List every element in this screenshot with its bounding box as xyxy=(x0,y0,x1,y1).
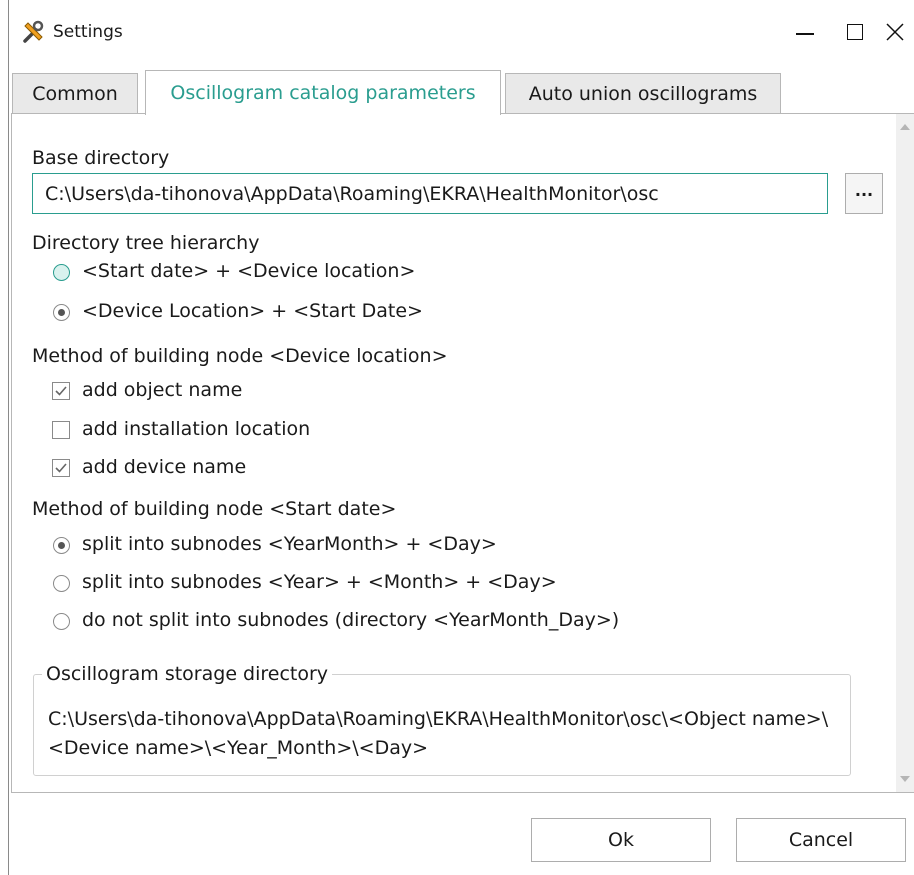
browse-label: ... xyxy=(854,181,874,200)
checkmark-icon xyxy=(55,463,67,473)
radio-label[interactable]: split into subnodes <Year> + <Month> + <… xyxy=(82,571,557,593)
tools-icon xyxy=(22,20,46,44)
checkbox-label[interactable]: add object name xyxy=(82,379,242,401)
tab-oscillogram-catalog-parameters[interactable]: Oscillogram catalog parameters xyxy=(145,70,501,115)
checkbox-label[interactable]: add installation location xyxy=(82,418,310,440)
radio-button[interactable] xyxy=(53,264,70,281)
radio-button[interactable] xyxy=(53,575,70,592)
cancel-button[interactable]: Cancel xyxy=(736,818,906,862)
close-icon xyxy=(886,23,904,41)
scroll-down-icon[interactable] xyxy=(900,776,910,782)
maximize-icon xyxy=(847,24,863,40)
scroll-up-icon[interactable] xyxy=(900,124,910,130)
checkbox[interactable] xyxy=(52,382,70,400)
tab-label: Oscillogram catalog parameters xyxy=(170,82,476,104)
base-directory-input[interactable]: C:\Users\da-tihonova\AppData\Roaming\EKR… xyxy=(32,173,828,214)
checkmark-icon xyxy=(55,386,67,396)
radio-label[interactable]: <Start date> + <Device location> xyxy=(82,260,415,282)
radio-button[interactable] xyxy=(53,304,70,321)
minimize-button[interactable] xyxy=(785,14,825,50)
hierarchy-label: Directory tree hierarchy xyxy=(32,232,260,254)
base-directory-value: C:\Users\da-tihonova\AppData\Roaming\EKR… xyxy=(45,182,659,205)
storage-directory-group: Oscillogram storage directory C:\Users\d… xyxy=(33,663,851,776)
window-title: Settings xyxy=(53,22,123,42)
radio-button[interactable] xyxy=(53,613,70,630)
radio-label[interactable]: do not split into subnodes (directory <Y… xyxy=(82,609,619,631)
cancel-label: Cancel xyxy=(788,829,854,851)
checkbox-label[interactable]: add device name xyxy=(82,456,246,478)
checkbox[interactable] xyxy=(52,421,70,439)
settings-window: Settings Common Oscillogram catalog para… xyxy=(8,0,914,875)
date-method-label: Method of building node <Start date> xyxy=(32,498,397,520)
radio-label[interactable]: split into subnodes <YearMonth> + <Day> xyxy=(82,533,497,555)
tab-common[interactable]: Common xyxy=(12,73,138,113)
tab-bar: Common Oscillogram catalog parameters Au… xyxy=(9,70,914,115)
location-method-label: Method of building node <Device location… xyxy=(32,345,448,367)
tab-label: Common xyxy=(32,82,118,105)
tab-auto-union-oscillograms[interactable]: Auto union oscillograms xyxy=(505,73,781,113)
storage-directory-title: Oscillogram storage directory xyxy=(42,663,333,685)
maximize-button[interactable] xyxy=(835,14,875,50)
tab-label: Auto union oscillograms xyxy=(528,82,758,105)
ok-button[interactable]: Ok xyxy=(531,818,711,862)
storage-directory-path: C:\Users\da-tihonova\AppData\Roaming\EKR… xyxy=(48,708,829,759)
title-bar: Settings xyxy=(9,0,914,64)
minimize-icon xyxy=(796,33,814,35)
radio-label[interactable]: <Device Location> + <Start Date> xyxy=(82,300,423,322)
radio-button[interactable] xyxy=(53,537,70,554)
ok-label: Ok xyxy=(608,829,634,851)
tab-panel: Base directory C:\Users\da-tihonova\AppD… xyxy=(11,113,914,793)
base-directory-label: Base directory xyxy=(32,147,170,169)
vertical-scrollbar[interactable] xyxy=(896,114,914,792)
browse-button[interactable]: ... xyxy=(845,173,883,214)
close-button[interactable] xyxy=(875,14,914,50)
checkbox[interactable] xyxy=(52,459,70,477)
